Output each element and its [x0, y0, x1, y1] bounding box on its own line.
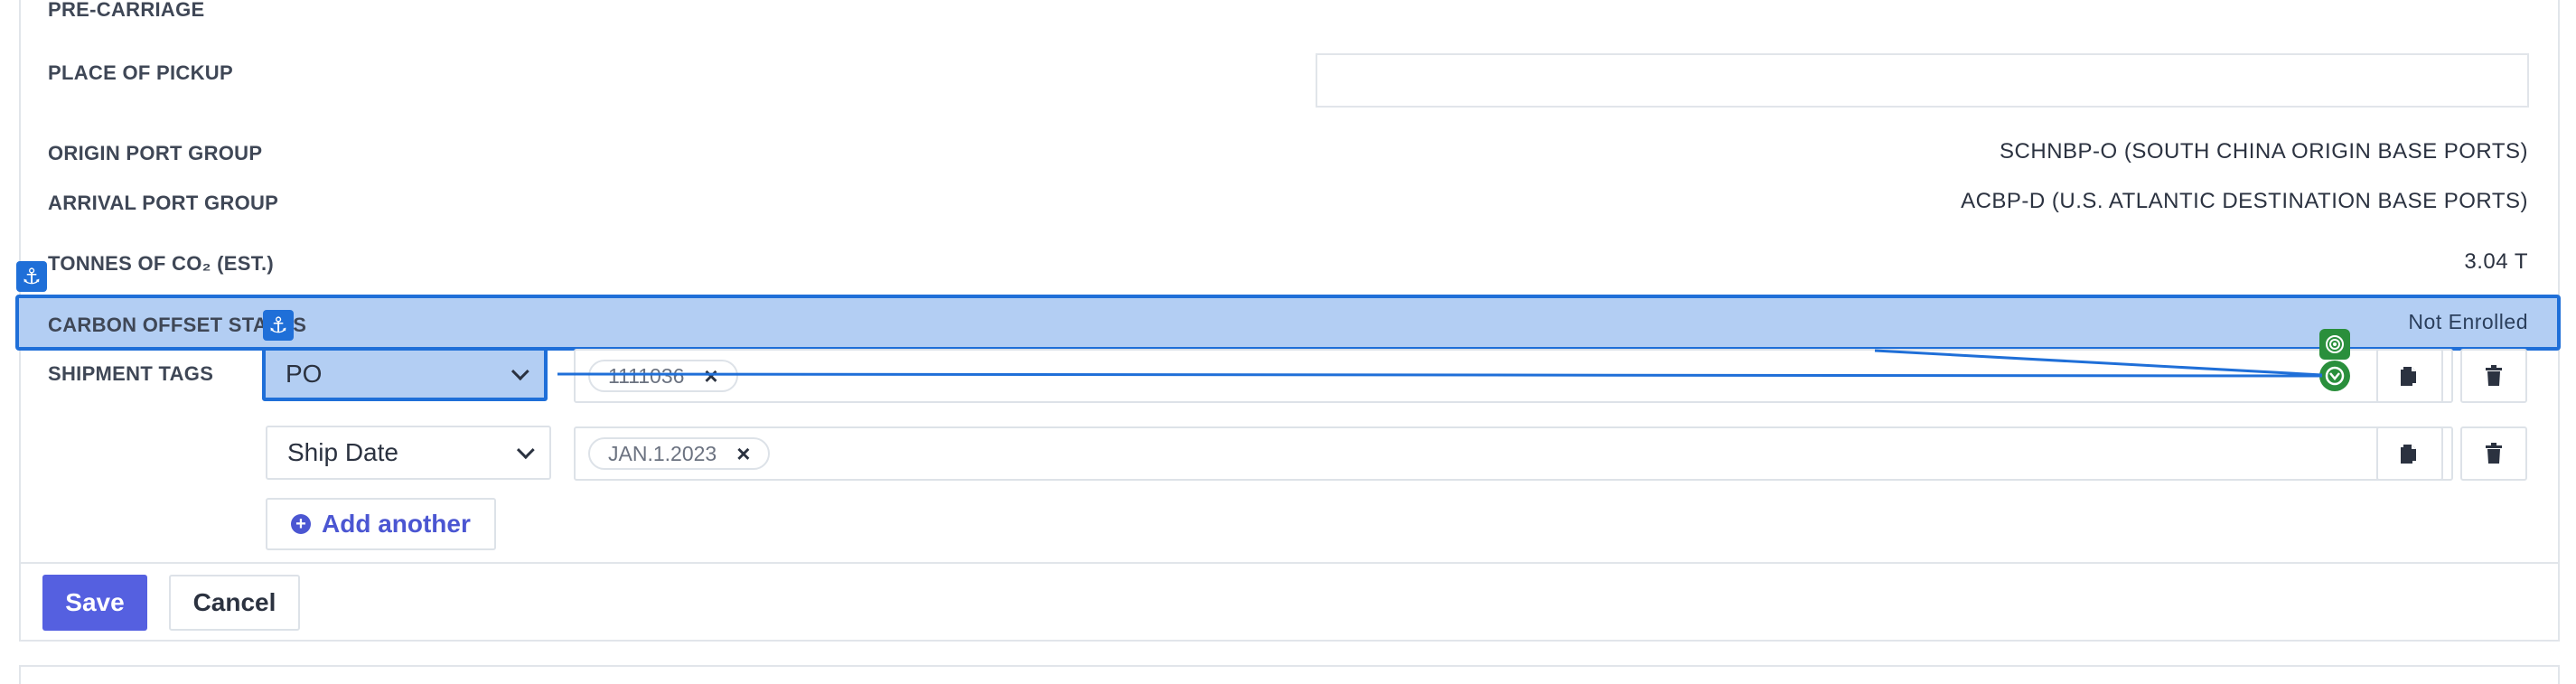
save-button[interactable]: Save — [42, 575, 147, 631]
pre-carriage-label: PRE-CARRIAGE — [48, 0, 205, 21]
tag-chip-label: 1111036 — [608, 363, 685, 388]
place-of-pickup-input[interactable] — [1316, 53, 2529, 108]
trash-icon — [2486, 365, 2502, 386]
delete-button[interactable] — [2460, 426, 2527, 481]
add-another-label: Add another — [322, 510, 471, 538]
tag-values-field[interactable]: 1111036 × — [574, 349, 2453, 403]
target-icon[interactable] — [2319, 329, 2350, 360]
tag-chip-label: JAN.1.2023 — [608, 441, 717, 465]
tag-chip: JAN.1.2023 × — [588, 437, 771, 470]
co2-label: TONNES OF CO₂ (EST.) — [48, 252, 275, 275]
origin-port-group-value: SCHNBP-O (SOUTH CHINA ORIGIN BASE PORTS) — [2000, 139, 2528, 164]
arrival-port-group-label: ARRIVAL PORT GROUP — [48, 192, 279, 214]
carbon-offset-row[interactable] — [15, 295, 2561, 351]
chevron-down-icon — [511, 362, 529, 381]
next-card — [19, 665, 2560, 684]
remove-chip-icon[interactable]: × — [736, 440, 750, 468]
target-icon[interactable] — [2319, 361, 2350, 391]
cancel-button[interactable]: Cancel — [169, 575, 300, 631]
anchor-icon[interactable]: ⚓ — [16, 261, 47, 292]
tag-chip: 1111036 × — [588, 360, 738, 392]
tag-type-value: Ship Date — [287, 438, 398, 466]
carbon-offset-value: Not Enrolled — [2408, 310, 2528, 333]
copy-button[interactable] — [2376, 426, 2443, 481]
copy-icon — [2401, 445, 2416, 464]
trash-icon — [2486, 443, 2502, 464]
delete-button[interactable] — [2460, 349, 2527, 403]
anchor-icon[interactable]: ⚓ — [263, 310, 294, 341]
co2-value: 3.04 T — [2464, 249, 2528, 274]
chevron-down-icon — [516, 441, 535, 460]
copy-button[interactable] — [2376, 349, 2443, 403]
tag-type-select[interactable]: Ship Date — [266, 426, 551, 480]
tag-values-field[interactable]: JAN.1.2023 × × — [574, 426, 2453, 481]
plus-circle-icon: + — [291, 514, 311, 534]
tag-type-value: PO — [286, 360, 323, 388]
add-another-button[interactable]: + Add another — [266, 498, 496, 550]
copy-icon — [2401, 367, 2416, 386]
remove-chip-icon[interactable]: × — [704, 362, 717, 390]
tag-type-select[interactable]: PO — [262, 347, 548, 401]
place-of-pickup-label: PLACE OF PICKUP — [48, 61, 233, 84]
divider — [21, 562, 2558, 564]
origin-port-group-label: ORIGIN PORT GROUP — [48, 142, 263, 164]
shipment-tags-label: SHIPMENT TAGS — [48, 362, 214, 385]
arrival-port-group-value: ACBP-D (U.S. ATLANTIC DESTINATION BASE P… — [1961, 189, 2528, 213]
